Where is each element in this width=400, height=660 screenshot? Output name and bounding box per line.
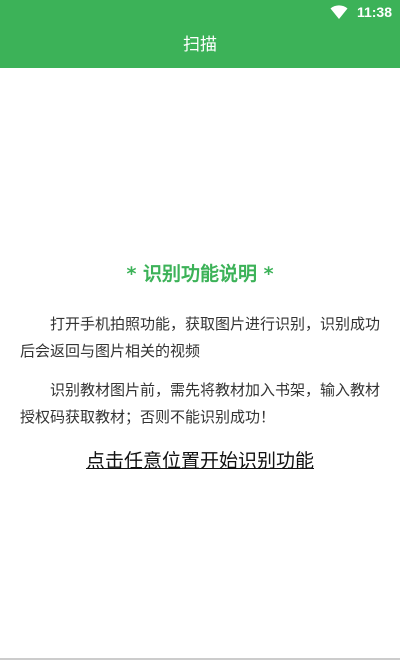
scan-tap-area[interactable]: * 识别功能说明 * 打开手机拍照功能，获取图片进行识别，识别成功后会返回与图片… xyxy=(0,68,400,658)
start-recognition-link[interactable]: 点击任意位置开始识别功能 xyxy=(0,448,400,474)
status-bar: 11:38 xyxy=(0,0,400,24)
instructions-paragraph-1: 打开手机拍照功能，获取图片进行识别，识别成功后会返回与图片相关的视频 xyxy=(20,315,381,360)
status-time: 11:38 xyxy=(356,4,392,20)
instructions-title: * 识别功能说明 * xyxy=(126,263,274,285)
top-bar: 11:38 扫描 xyxy=(0,0,400,68)
page-title: 扫描 xyxy=(183,35,217,55)
wifi-icon xyxy=(330,5,348,19)
instructions-paragraph-2: 识别教材图片前，需先将教材加入书架，输入教材授权码获取教材；否则不能识别成功！ xyxy=(20,381,381,426)
